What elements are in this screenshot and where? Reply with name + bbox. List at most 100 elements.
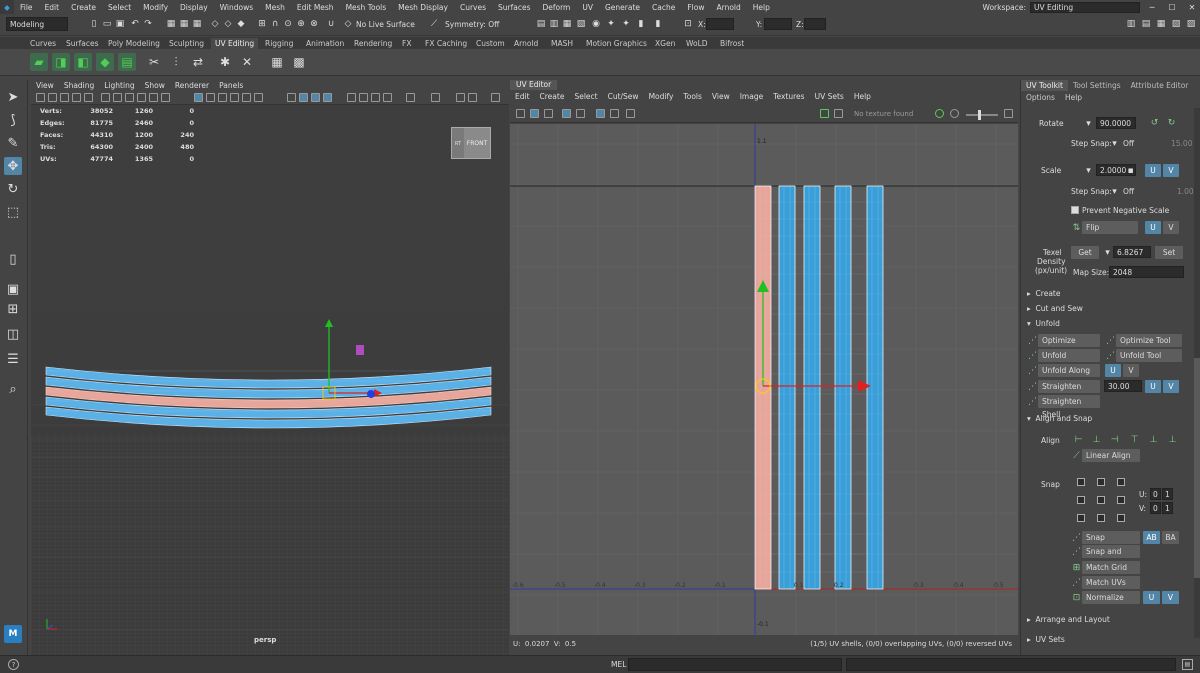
menu-deform[interactable]: Deform: [536, 3, 576, 12]
snap-ab-button[interactable]: AB: [1143, 531, 1160, 544]
lights-icon[interactable]: [242, 93, 251, 102]
hud-toggle-icon[interactable]: [468, 93, 477, 102]
uv-canvas[interactable]: 1.1 -0.1 -0.6 -0.5 -0.4 -0.3 -0.2 -0.1 0…: [510, 124, 1018, 635]
snap-v-max-field[interactable]: 1: [1162, 502, 1173, 514]
section-unfold[interactable]: ▾ Unfold: [1027, 319, 1060, 328]
shelf-tab-uv-editing[interactable]: UV Editing: [211, 38, 259, 49]
uv-pixel-snap-icon[interactable]: [562, 109, 571, 118]
textured-icon[interactable]: [230, 93, 239, 102]
straighten-u-button[interactable]: U: [1145, 380, 1161, 393]
uv-menu-help[interactable]: Help: [849, 91, 876, 103]
tab-tool-settings[interactable]: Tool Settings: [1068, 80, 1126, 91]
isolate-select-icon[interactable]: [287, 93, 296, 102]
render-frame-icon[interactable]: ▥: [548, 18, 560, 30]
uv-editor-tab[interactable]: UV Editor: [510, 80, 558, 90]
menu-arnold[interactable]: Arnold: [710, 3, 746, 12]
unfold-tool-button[interactable]: Unfold Tool: [1116, 349, 1182, 362]
bookmarks-icon[interactable]: [60, 93, 69, 102]
camera-select-icon[interactable]: [36, 93, 45, 102]
snap-middle-right[interactable]: [1117, 496, 1125, 504]
script-editor-icon[interactable]: ▤: [1182, 659, 1193, 670]
snap-v-min-field[interactable]: 0: [1150, 502, 1161, 514]
align-bottom-icon[interactable]: ⊥: [1167, 434, 1178, 445]
rotate-ccw-icon[interactable]: ↺: [1149, 117, 1160, 128]
snap-bottom-left[interactable]: [1077, 514, 1085, 522]
map-size-field[interactable]: 2048: [1109, 266, 1184, 278]
menu-modify[interactable]: Modify: [137, 3, 174, 12]
vp-menu-lighting[interactable]: Lighting: [99, 80, 139, 91]
normalize-v-button[interactable]: V: [1162, 591, 1179, 604]
uv-dim-image-icon[interactable]: [834, 109, 843, 118]
snap-and-stack-button[interactable]: Snap and Stack: [1082, 545, 1140, 569]
uv-shaded-icon[interactable]: [544, 109, 553, 118]
vp-menu-panels[interactable]: Panels: [214, 80, 248, 91]
arnold-render-icon[interactable]: ✦: [605, 18, 617, 30]
linear-align-button[interactable]: Linear Align: [1082, 449, 1140, 462]
sew-uv-icon[interactable]: ⫶: [167, 53, 185, 71]
align-center-u-icon[interactable]: ⊥: [1091, 434, 1102, 445]
shelf-tab-fx[interactable]: FX: [398, 38, 415, 49]
toggle-modeling-toolkit-icon[interactable]: ▥: [1125, 18, 1137, 30]
new-scene-icon[interactable]: ▯: [88, 18, 100, 30]
uv-gamma-icon[interactable]: [950, 109, 959, 118]
y-field[interactable]: [764, 18, 792, 30]
step-snap-value[interactable]: Off: [1123, 139, 1134, 148]
checker-icon[interactable]: ▦: [268, 53, 286, 71]
symmetry-label[interactable]: Symmetry: Off: [445, 20, 499, 29]
align-right-icon[interactable]: ⊣: [1109, 434, 1120, 445]
snap-u-min-field[interactable]: 0: [1150, 488, 1161, 500]
shelf-tab-motion-graphics[interactable]: Motion Graphics: [582, 38, 651, 49]
section-create[interactable]: ▸ Create: [1027, 289, 1060, 298]
single-perspective-layout-icon[interactable]: ▣: [4, 280, 22, 298]
smooth-shade-icon[interactable]: [206, 93, 215, 102]
toggle-tool-settings-icon[interactable]: ▧: [1170, 18, 1182, 30]
snap-point-icon[interactable]: ⊙: [282, 18, 294, 30]
color-management-icon[interactable]: [456, 93, 465, 102]
render-settings-icon[interactable]: ▧: [575, 18, 587, 30]
uv-checkerboard-icon[interactable]: [596, 109, 605, 118]
section-cut-and-sew[interactable]: ▸ Cut and Sew: [1027, 304, 1083, 313]
select-component-icon[interactable]: ▦: [191, 18, 203, 30]
paint-select-tool-icon[interactable]: ✎: [4, 134, 22, 152]
section-uv-sets[interactable]: ▸ UV Sets: [1027, 635, 1065, 644]
snap-ba-button[interactable]: BA: [1162, 531, 1179, 544]
mel-label[interactable]: MEL: [611, 660, 626, 669]
flip-button[interactable]: Flip: [1082, 221, 1138, 234]
step-snap-value-2[interactable]: Off: [1123, 187, 1134, 196]
texel-dropdown-icon[interactable]: ▾: [1102, 247, 1113, 258]
match-uvs-button[interactable]: Match UVs: [1082, 576, 1140, 589]
shelf-tab-wold[interactable]: WoLD: [682, 38, 712, 49]
optimize-button[interactable]: Optimize: [1038, 334, 1100, 347]
menu-generate[interactable]: Generate: [599, 3, 646, 12]
menu-surfaces[interactable]: Surfaces: [492, 3, 536, 12]
menu-uv[interactable]: UV: [576, 3, 599, 12]
planar-map-icon[interactable]: ▰: [30, 53, 48, 71]
rotate-cw-icon[interactable]: ↻: [1166, 117, 1177, 128]
unfold-along-u-button[interactable]: U: [1105, 364, 1121, 377]
ambient-occlusion-icon[interactable]: [347, 93, 356, 102]
shelf-tab-rendering[interactable]: Rendering: [350, 38, 396, 49]
uv-menu-textures[interactable]: Textures: [768, 91, 809, 103]
render-view-icon[interactable]: ▤: [535, 18, 547, 30]
uv-image-range-icon[interactable]: [610, 109, 619, 118]
uv-select-uv-icon[interactable]: [530, 109, 539, 118]
help-icon[interactable]: ?: [8, 659, 19, 670]
snap-grid-icon[interactable]: ⊞: [256, 18, 268, 30]
viewport-scene[interactable]: Verts: 38052 1260 0 Edges: 81775 2460 0 …: [31, 105, 509, 655]
step-snap-number-2[interactable]: 1.00: [1177, 187, 1194, 196]
magnet-icon[interactable]: ∪: [325, 18, 337, 30]
straighten-shell-button[interactable]: Straighten Shell: [1038, 395, 1100, 419]
rotate-value-field[interactable]: 90.0000: [1096, 117, 1136, 129]
outliner-layout-icon[interactable]: ☰: [4, 350, 22, 368]
xray-components-icon[interactable]: [323, 93, 332, 102]
uv-distortion-icon[interactable]: ▩: [290, 53, 308, 71]
vp-menu-show[interactable]: Show: [140, 80, 170, 91]
arnold-ipr-icon[interactable]: ✦: [620, 18, 632, 30]
motion-blur-icon[interactable]: [359, 93, 368, 102]
workspace-dropdown[interactable]: UV Editing: [1030, 1, 1140, 13]
texture-dropdown[interactable]: No texture found: [854, 109, 928, 120]
shelf-tab-xgen[interactable]: XGen: [651, 38, 679, 49]
menu-file[interactable]: File: [14, 3, 39, 12]
unfold-button[interactable]: Unfold: [1038, 349, 1100, 362]
menu-create[interactable]: Create: [65, 3, 102, 12]
